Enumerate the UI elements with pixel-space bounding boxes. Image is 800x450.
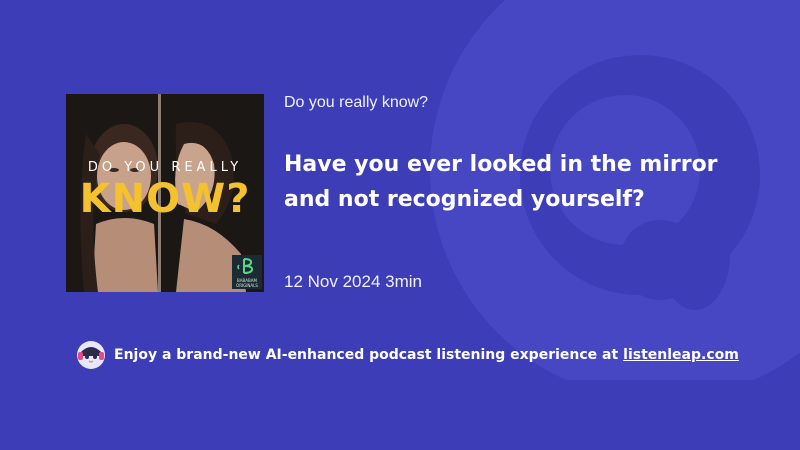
bababam-logo-icon: [237, 258, 254, 274]
episode-duration: 3min: [385, 272, 422, 291]
publisher-badge-label: BABABAM ORIGINALS: [236, 278, 258, 288]
episode-title[interactable]: Have you ever looked in the mirror and n…: [284, 147, 724, 217]
episode-meta: 12 Nov 2024 3min: [284, 272, 422, 292]
cover-title-line2: KNOW?: [79, 176, 251, 222]
listenleap-link[interactable]: listenleap.com: [623, 347, 739, 363]
podcast-cover-art[interactable]: DO YOU REALLY KNOW? BABABAM ORIGINALS: [66, 94, 264, 292]
show-title[interactable]: Do you really know?: [284, 94, 428, 112]
episode-date: 12 Nov 2024: [284, 272, 381, 291]
publisher-badge: BABABAM ORIGINALS: [232, 255, 262, 289]
promo-footer: Enjoy a brand-new AI-enhanced podcast li…: [76, 340, 739, 370]
listenleap-mascot-icon: [77, 341, 105, 369]
promo-text: Enjoy a brand-new AI-enhanced podcast li…: [114, 347, 619, 363]
cover-title-line1: DO YOU REALLY: [87, 160, 243, 175]
